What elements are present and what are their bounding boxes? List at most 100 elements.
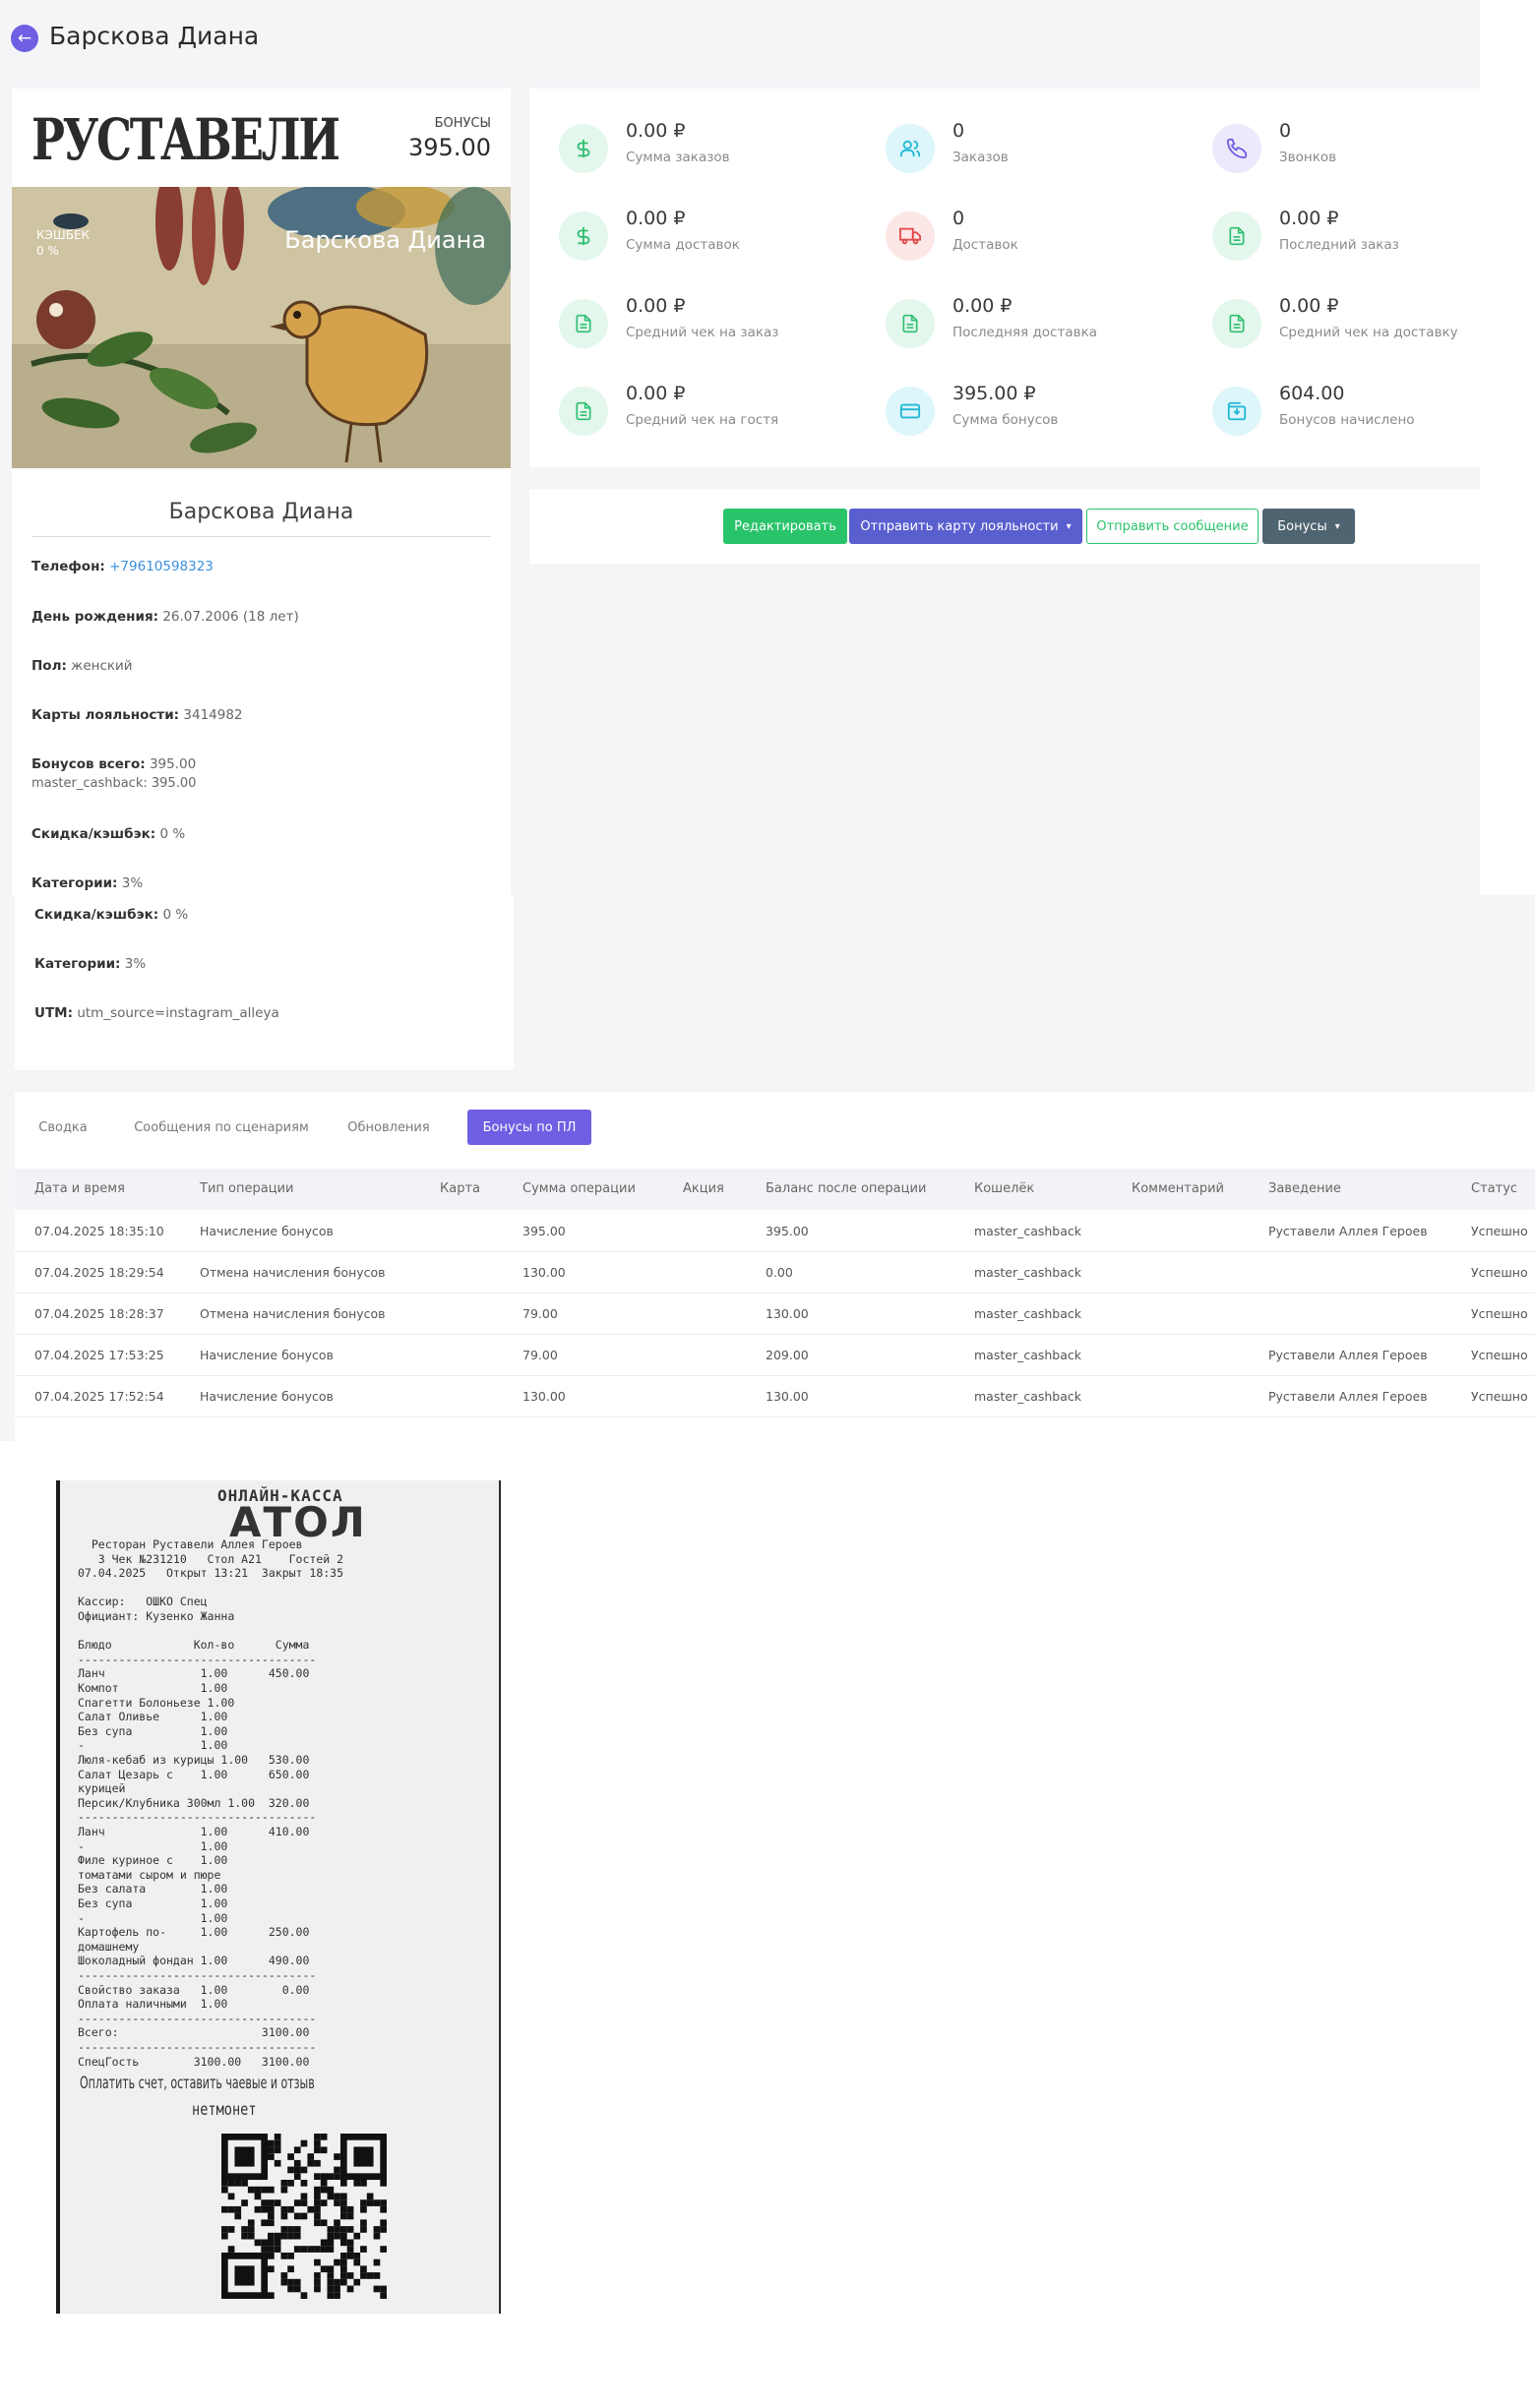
receipt-line: Салат Оливье 1.00: [78, 1710, 228, 1724]
stat-label: Доставок: [952, 237, 1018, 253]
discount-label: Скидка/кэшбэк:: [34, 907, 159, 923]
chevron-down-icon: ▾: [1334, 520, 1340, 532]
table-cell: 130.00: [766, 1306, 809, 1321]
qr-code: [221, 2134, 387, 2299]
arrow-left-icon: ←: [17, 29, 32, 48]
column-header[interactable]: Тип операции: [200, 1181, 293, 1196]
table-cell: Руставели Аллея Героев: [1268, 1348, 1428, 1362]
stat-card: 0.00 ₽ Средний чек на доставку: [1212, 291, 1535, 360]
divider: [31, 536, 491, 537]
page-background: [529, 467, 1480, 489]
chevron-down-icon: ▾: [1066, 520, 1072, 532]
cashback-value: 0 %: [36, 244, 59, 258]
table-cell: Начисление бонусов: [200, 1224, 334, 1238]
stat-card: 0.00 ₽ Средний чек на гостя: [559, 379, 884, 448]
page-background: [529, 564, 1480, 895]
stat-value: 0.00 ₽: [1279, 295, 1339, 317]
send-loyalty-card-button[interactable]: Отправить карту лояльности ▾: [849, 509, 1082, 544]
profile-name: Барскова Диана: [168, 500, 354, 524]
discount-value: 0 %: [159, 826, 186, 842]
tab-loyalty-bonuses[interactable]: Бонусы по ПЛ: [467, 1110, 591, 1145]
table-cell: 07.04.2025 17:52:54: [34, 1389, 164, 1404]
column-header[interactable]: Комментарий: [1132, 1181, 1224, 1196]
gender-value: женский: [71, 658, 133, 674]
table-cell: 395.00: [522, 1224, 566, 1238]
tab-summary[interactable]: Сводка: [23, 1110, 103, 1145]
table-row: 07.04.2025 17:53:25 Начисление бонусов 79.…: [15, 1334, 1535, 1376]
table-cell: Успешно: [1471, 1224, 1528, 1238]
phone-link[interactable]: +79610598323: [109, 559, 214, 574]
table-cell: Успешно: [1471, 1306, 1528, 1321]
document-icon: [559, 299, 608, 348]
edit-button[interactable]: Редактировать: [723, 509, 847, 544]
stat-card: 0 Доставок: [886, 204, 1210, 272]
receipt-line: 07.04.2025 Открыт 13:21 Закрыт 18:35: [78, 1566, 344, 1581]
back-button[interactable]: ←: [11, 25, 38, 52]
column-header[interactable]: Баланс после операции: [766, 1181, 926, 1196]
column-header[interactable]: Заведение: [1268, 1181, 1341, 1196]
receipt-line: -----------------------------------: [78, 1652, 317, 1666]
table-row: 07.04.2025 17:52:54 Начисление бонусов 130…: [15, 1375, 1535, 1417]
bonus-value: 395.00: [408, 134, 491, 161]
receipt-footer: Оплатить счет, оставить чаевые и отзыв: [80, 2074, 315, 2093]
stat-label: Сумма заказов: [626, 150, 730, 165]
table-cell: Начисление бонусов: [200, 1389, 334, 1404]
stat-card: 0.00 ₽ Последняя доставка: [886, 291, 1210, 360]
table-cell: 07.04.2025 17:53:25: [34, 1348, 164, 1362]
categories-row: Категории: 3%: [31, 875, 143, 891]
utm-row: UTM: utm_source=instagram_alleya: [34, 1005, 279, 1021]
loyalty-cards-value: 3414982: [183, 707, 243, 723]
column-header[interactable]: Акция: [683, 1181, 724, 1196]
utm-label: UTM:: [34, 1005, 74, 1021]
receipt-line: Картофель по- 1.00 250.00: [78, 1925, 310, 1940]
tab-scenario-messages[interactable]: Сообщения по сценариям: [123, 1110, 320, 1145]
stat-label: Последний заказ: [1279, 237, 1399, 253]
bonuses-button[interactable]: Бонусы ▾: [1262, 509, 1355, 544]
column-header[interactable]: Сумма операции: [522, 1181, 636, 1196]
card-holder-name: Барскова Диана: [284, 226, 486, 254]
page-background: [0, 89, 12, 895]
actions-panel: Редактировать Отправить карту лояльности…: [529, 489, 1480, 564]
column-header[interactable]: Кошелёк: [974, 1181, 1034, 1196]
categories-label: Категории:: [34, 956, 121, 972]
receipt-line: -----------------------------------: [78, 2011, 317, 2025]
truck-icon: [886, 211, 935, 261]
birthday-label: День рождения:: [31, 609, 159, 625]
table-cell: 209.00: [766, 1348, 809, 1362]
stat-value: 0: [952, 208, 965, 229]
receipt-line: -----------------------------------: [78, 1968, 317, 1982]
categories-value: 3%: [121, 875, 144, 891]
categories-row: Категории: 3%: [34, 956, 146, 972]
bonus-total-label: Бонусов всего:: [31, 756, 146, 772]
users-icon: [886, 124, 935, 173]
phone-icon: [1212, 124, 1261, 173]
column-header[interactable]: Дата и время: [34, 1181, 125, 1196]
table-cell: 07.04.2025 18:28:37: [34, 1306, 164, 1321]
table-cell: Руставели Аллея Героев: [1268, 1224, 1428, 1238]
gender-row: Пол: женский: [31, 658, 133, 674]
receipt-line: Оплата наличными 1.00: [78, 1997, 228, 2012]
stat-card: 0 Звонков: [1212, 116, 1535, 185]
receipt-line: - 1.00: [78, 1838, 228, 1853]
receipt-line: 3 Чек №231210 Стол А21 Гостей 2: [78, 1551, 344, 1566]
column-header[interactable]: Карта: [440, 1181, 480, 1196]
discount-value: 0 %: [162, 907, 189, 923]
column-header[interactable]: Статус: [1471, 1181, 1517, 1196]
table-cell: 79.00: [522, 1348, 558, 1362]
birthday-row: День рождения: 26.07.2006 (18 лет): [31, 609, 299, 625]
table-cell: master_cashback: [974, 1265, 1082, 1280]
bonus-total-value: 395.00: [149, 756, 197, 772]
stat-value: 0.00 ₽: [952, 295, 1013, 317]
receipt-photo: ОНЛАЙН-КАССА АТОЛ Ресторан Руставели Алл…: [56, 1480, 501, 2314]
table-cell: master_cashback: [974, 1224, 1082, 1238]
document-icon: [559, 387, 608, 436]
table-cell: 395.00: [766, 1224, 809, 1238]
send-message-button[interactable]: Отправить сообщение: [1086, 509, 1259, 544]
bonuses-label: Бонусы: [1277, 518, 1327, 534]
stat-card: 0.00 ₽ Сумма заказов: [559, 116, 884, 185]
table-cell: 79.00: [522, 1306, 558, 1321]
receipt-line: Салат Цезарь с 1.00 650.00: [78, 1767, 310, 1781]
loyalty-cards-row: Карты лояльности: 3414982: [31, 707, 243, 723]
phone-label: Телефон:: [31, 559, 105, 574]
tab-updates[interactable]: Обновления: [339, 1110, 438, 1145]
